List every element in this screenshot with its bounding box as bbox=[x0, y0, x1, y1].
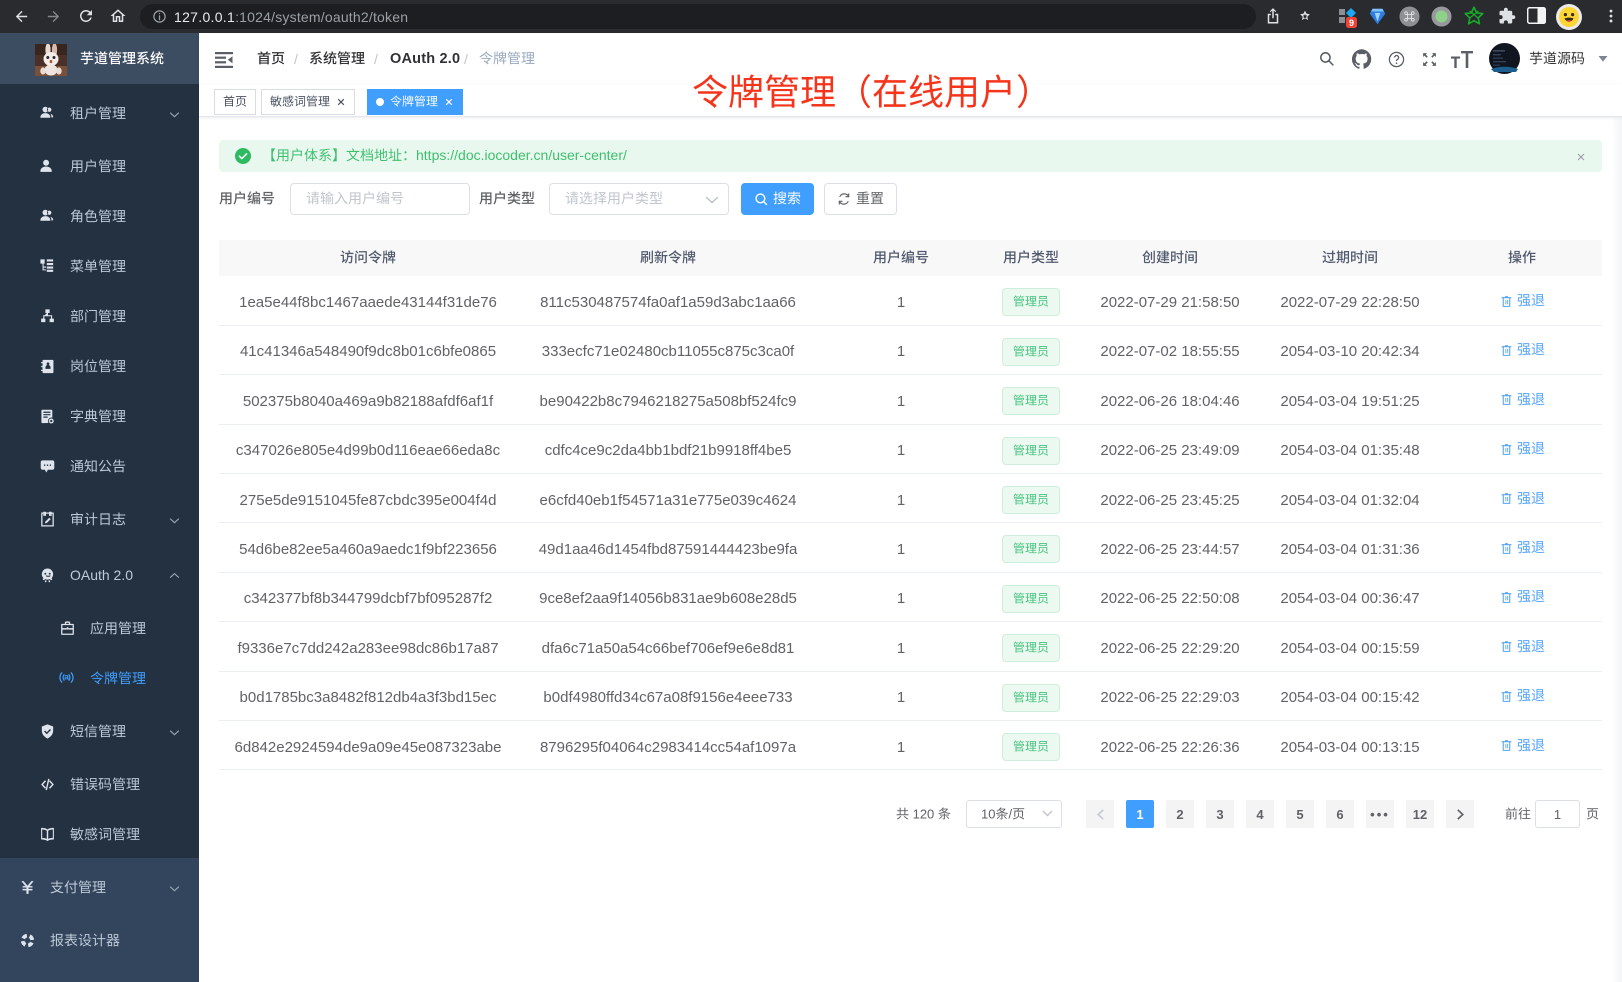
svg-text:a: a bbox=[64, 673, 69, 682]
svg-text:OAuth: OAuth bbox=[70, 567, 110, 583]
svg-text:120: 120 bbox=[913, 806, 935, 821]
svg-text:/: / bbox=[1008, 806, 1012, 821]
svg-text:2.0: 2.0 bbox=[114, 567, 134, 583]
svg-text:9: 9 bbox=[1349, 18, 1354, 28]
svg-text:10: 10 bbox=[981, 806, 995, 821]
svg-text:https://doc.iocoder.cn/user-ce: https://doc.iocoder.cn/user-center/ bbox=[416, 147, 627, 163]
